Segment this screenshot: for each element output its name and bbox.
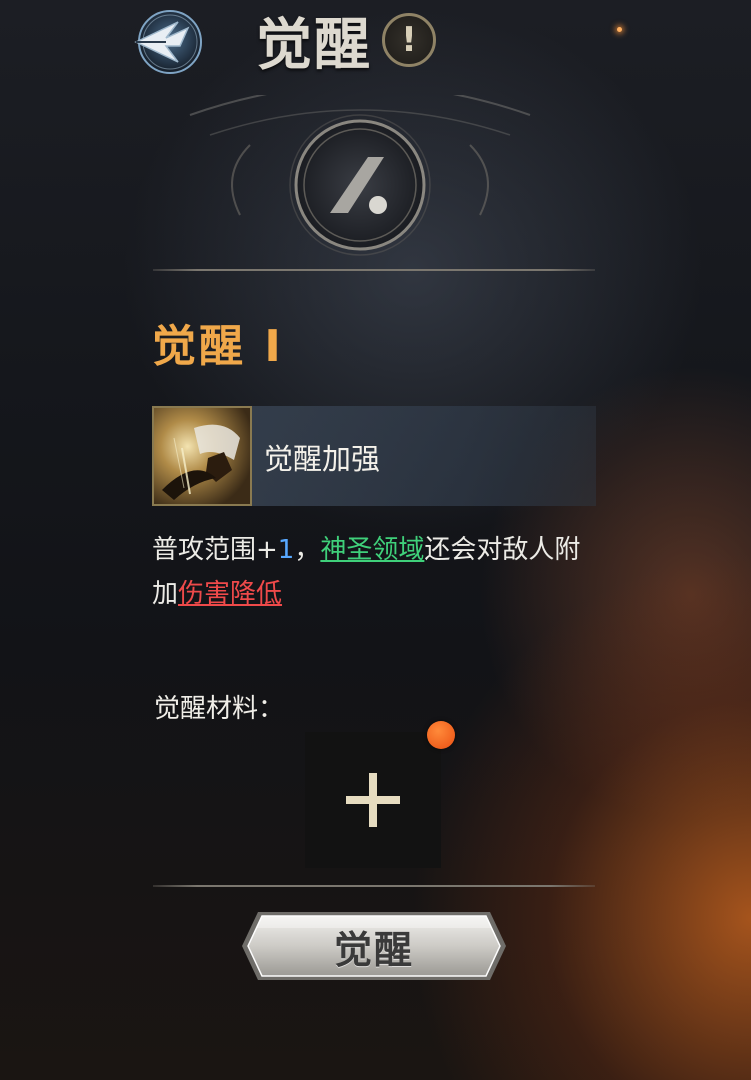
desc-text-1: 普攻范围+ [152, 535, 278, 565]
skill-description: 普攻范围+1，神圣领域还会对敌人附加伤害降低 [152, 528, 592, 616]
damage-reduction-link[interactable]: 伤害降低 [178, 579, 282, 609]
sword-skill-icon [152, 406, 252, 506]
material-slot[interactable] [305, 732, 441, 868]
notification-dot [427, 721, 455, 749]
back-button[interactable] [126, 8, 210, 76]
desc-text-2: ， [294, 535, 321, 565]
top-divider [153, 269, 595, 271]
skill-name: 觉醒加强 [264, 442, 381, 476]
plus-icon [346, 773, 400, 827]
awaken-button-label: 觉醒 [333, 927, 414, 972]
back-arrow-icon [134, 10, 202, 74]
awakening-emblem [189, 95, 531, 256]
materials-label: 觉醒材料： [154, 694, 285, 724]
awaken-button[interactable]: 觉醒 [240, 908, 508, 984]
holy-domain-link[interactable]: 神圣领域 [320, 535, 424, 565]
title-area: 觉醒 ! [256, 8, 436, 78]
page-title: 觉醒 [256, 12, 372, 78]
desc-range-value: 1 [277, 535, 295, 565]
bottom-divider [153, 885, 595, 887]
awakening-level-title: 觉醒 Ⅰ [152, 321, 284, 372]
background-spark [617, 27, 622, 32]
info-button[interactable]: ! [382, 13, 436, 67]
skill-row: 觉醒加强 [152, 406, 596, 506]
